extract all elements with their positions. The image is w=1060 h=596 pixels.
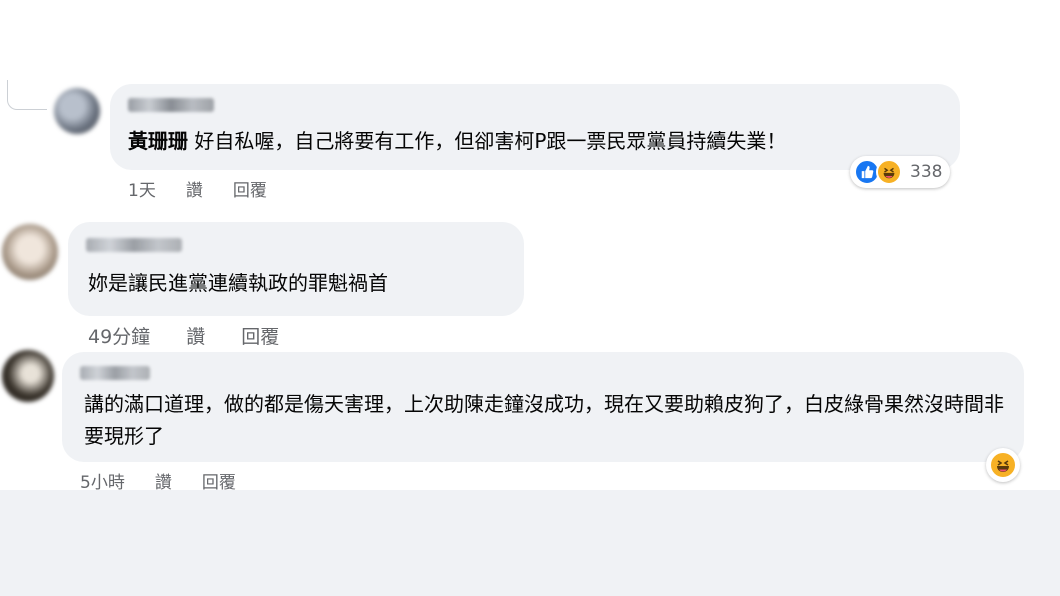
comment-text: 妳是讓民進黨連續執政的罪魁禍首 <box>88 271 388 295</box>
reaction-summary[interactable] <box>986 448 1020 482</box>
reply-button[interactable]: 回覆 <box>233 176 267 201</box>
reply-button[interactable]: 回覆 <box>241 322 279 349</box>
comment-timestamp[interactable]: 49分鐘 <box>88 322 150 349</box>
comment-actions: 1天 讚 回覆 <box>128 176 267 201</box>
mentioned-name[interactable]: 黃珊珊 <box>128 129 188 153</box>
avatar[interactable] <box>2 350 54 402</box>
like-button[interactable]: 讚 <box>186 322 205 349</box>
avatar[interactable] <box>54 88 100 134</box>
reaction-summary[interactable]: 338 <box>850 156 951 188</box>
avatar[interactable] <box>2 224 58 280</box>
comment-body: 好自私喔，自己將要有工作，但卻害柯P跟一票民眾黨員持續失業！ <box>194 129 787 153</box>
reply-thread-connector <box>7 80 47 110</box>
reaction-count: 338 <box>910 162 943 182</box>
comment-author-name[interactable] <box>86 238 182 252</box>
comment-actions: 49分鐘 讚 回覆 <box>88 322 279 349</box>
laughing-face-icon <box>876 159 902 185</box>
comment-author-name[interactable] <box>80 366 150 380</box>
comment-text: 講的滿口道理，做的都是傷天害理，上次助陳走鐘沒成功，現在又要助賴皮狗了，白皮綠骨… <box>84 392 1004 448</box>
comment-text: 黃珊珊 好自私喔，自己將要有工作，但卻害柯P跟一票民眾黨員持續失業！ <box>128 126 786 156</box>
like-button[interactable]: 讚 <box>186 176 203 201</box>
comment-timestamp[interactable]: 1天 <box>128 176 156 201</box>
laughing-face-icon <box>989 451 1017 479</box>
comment-author-name[interactable] <box>128 98 214 112</box>
footer-background <box>0 490 1060 596</box>
